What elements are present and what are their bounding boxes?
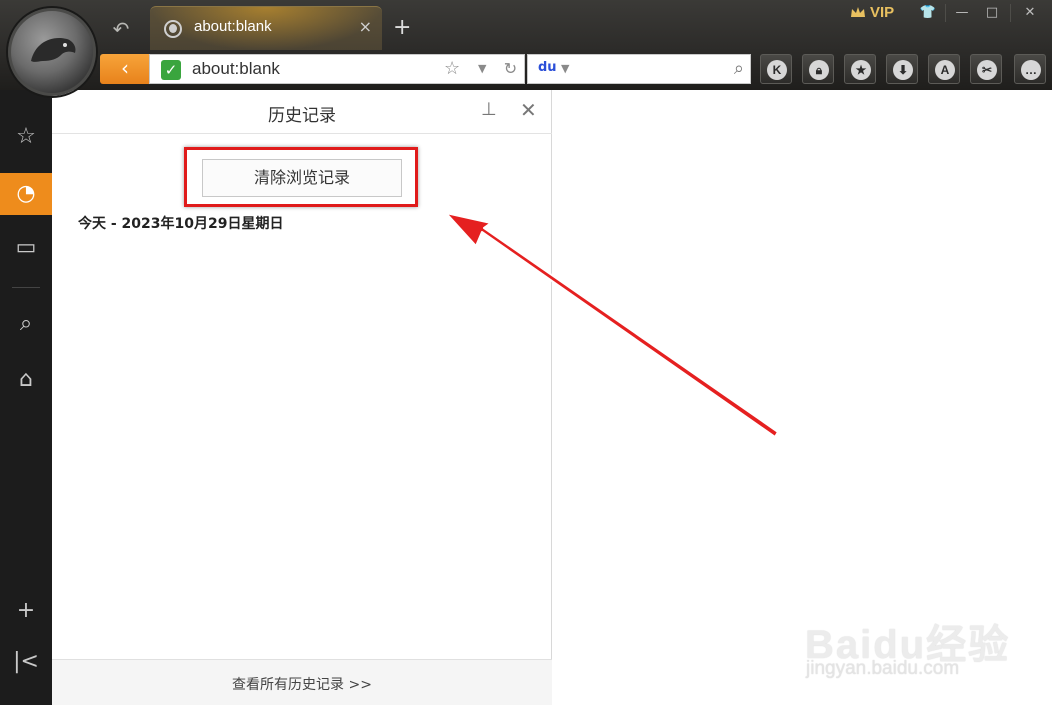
annotation-arrow	[445, 212, 779, 438]
browser-logo-icon[interactable]	[8, 8, 96, 96]
watermark-url: jingyan.baidu.com	[806, 658, 960, 679]
